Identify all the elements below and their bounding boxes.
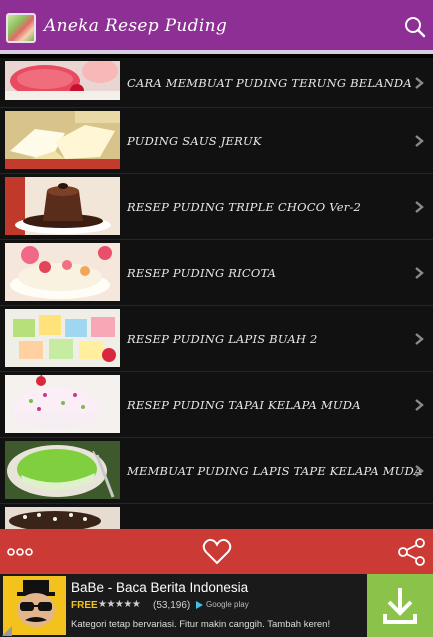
ad-rating-count: (53,196) xyxy=(153,600,191,611)
recipe-item[interactable]: RESEP PUDING RICOTA xyxy=(0,240,433,306)
recipe-item[interactable]: RESEP PUDING TRIPLE CHOCO Ver-2 xyxy=(0,174,433,240)
recipe-item[interactable] xyxy=(0,504,433,529)
recipe-title: CARA MEMBUAT PUDING TERUNG BELANDA xyxy=(127,76,412,90)
recipe-thumbnail xyxy=(5,375,120,433)
chevron-right-icon xyxy=(415,333,424,345)
google-play-badge: Google play xyxy=(196,600,249,609)
chevron-right-icon xyxy=(415,135,424,147)
ad-star-rating: ★★★★★ xyxy=(98,599,141,610)
search-button[interactable] xyxy=(403,15,427,39)
ad-app-icon[interactable] xyxy=(3,576,66,635)
ad-title[interactable]: BaBe - Baca Berita Indonesia xyxy=(71,580,248,595)
recipe-title: RESEP PUDING RICOTA xyxy=(127,266,277,280)
recipe-item[interactable]: RESEP PUDING LAPIS BUAH 2 xyxy=(0,306,433,372)
app-title: Aneka Resep Puding xyxy=(44,16,227,36)
more-button[interactable] xyxy=(7,544,35,558)
share-icon xyxy=(398,538,425,566)
app-logo-icon xyxy=(6,13,36,43)
ad-download-button[interactable] xyxy=(367,574,433,637)
more-icon xyxy=(7,548,33,556)
recipe-title: RESEP PUDING TRIPLE CHOCO Ver-2 xyxy=(127,200,362,214)
ad-description: Kategori tetap bervariasi. Fitur makin c… xyxy=(71,619,331,630)
ad-price: FREE xyxy=(71,600,98,611)
recipe-thumbnail xyxy=(5,243,120,301)
chevron-right-icon xyxy=(415,465,424,477)
recipe-item[interactable]: RESEP PUDING TAPAI KELAPA MUDA xyxy=(0,372,433,438)
ad-info-icon[interactable] xyxy=(2,626,12,636)
google-play-icon xyxy=(196,600,203,609)
recipe-item[interactable]: PUDING SAUS JERUK xyxy=(0,108,433,174)
download-icon xyxy=(383,588,417,624)
recipe-thumbnail xyxy=(5,309,120,367)
recipe-item[interactable]: CARA MEMBUAT PUDING TERUNG BELANDA xyxy=(0,58,433,108)
favorite-button[interactable] xyxy=(202,538,232,566)
bottom-action-bar xyxy=(0,529,433,574)
recipe-thumbnail xyxy=(5,441,120,499)
ad-banner[interactable]: BaBe - Baca Berita Indonesia FREE ★★★★★ … xyxy=(0,574,433,637)
recipe-title: RESEP PUDING LAPIS BUAH 2 xyxy=(127,332,318,346)
recipe-list[interactable]: CARA MEMBUAT PUDING TERUNG BELANDA PUDIN… xyxy=(0,58,433,529)
recipe-title: PUDING SAUS JERUK xyxy=(127,134,262,148)
recipe-thumbnail xyxy=(5,177,120,235)
chevron-right-icon xyxy=(415,201,424,213)
recipe-title: RESEP PUDING TAPAI KELAPA MUDA xyxy=(127,398,361,412)
recipe-thumbnail xyxy=(5,111,120,169)
share-button[interactable] xyxy=(397,537,427,567)
app-bar: Aneka Resep Puding xyxy=(0,0,433,54)
recipe-thumbnail xyxy=(5,507,120,529)
recipe-title: MEMBUAT PUDING LAPIS TAPE KELAPA MUDA xyxy=(127,464,423,478)
chevron-right-icon xyxy=(415,77,424,89)
search-icon xyxy=(405,17,426,38)
heart-icon xyxy=(202,538,232,565)
recipe-item[interactable]: MEMBUAT PUDING LAPIS TAPE KELAPA MUDA xyxy=(0,438,433,504)
recipe-thumbnail xyxy=(5,61,120,100)
chevron-right-icon xyxy=(415,267,424,279)
chevron-right-icon xyxy=(415,399,424,411)
